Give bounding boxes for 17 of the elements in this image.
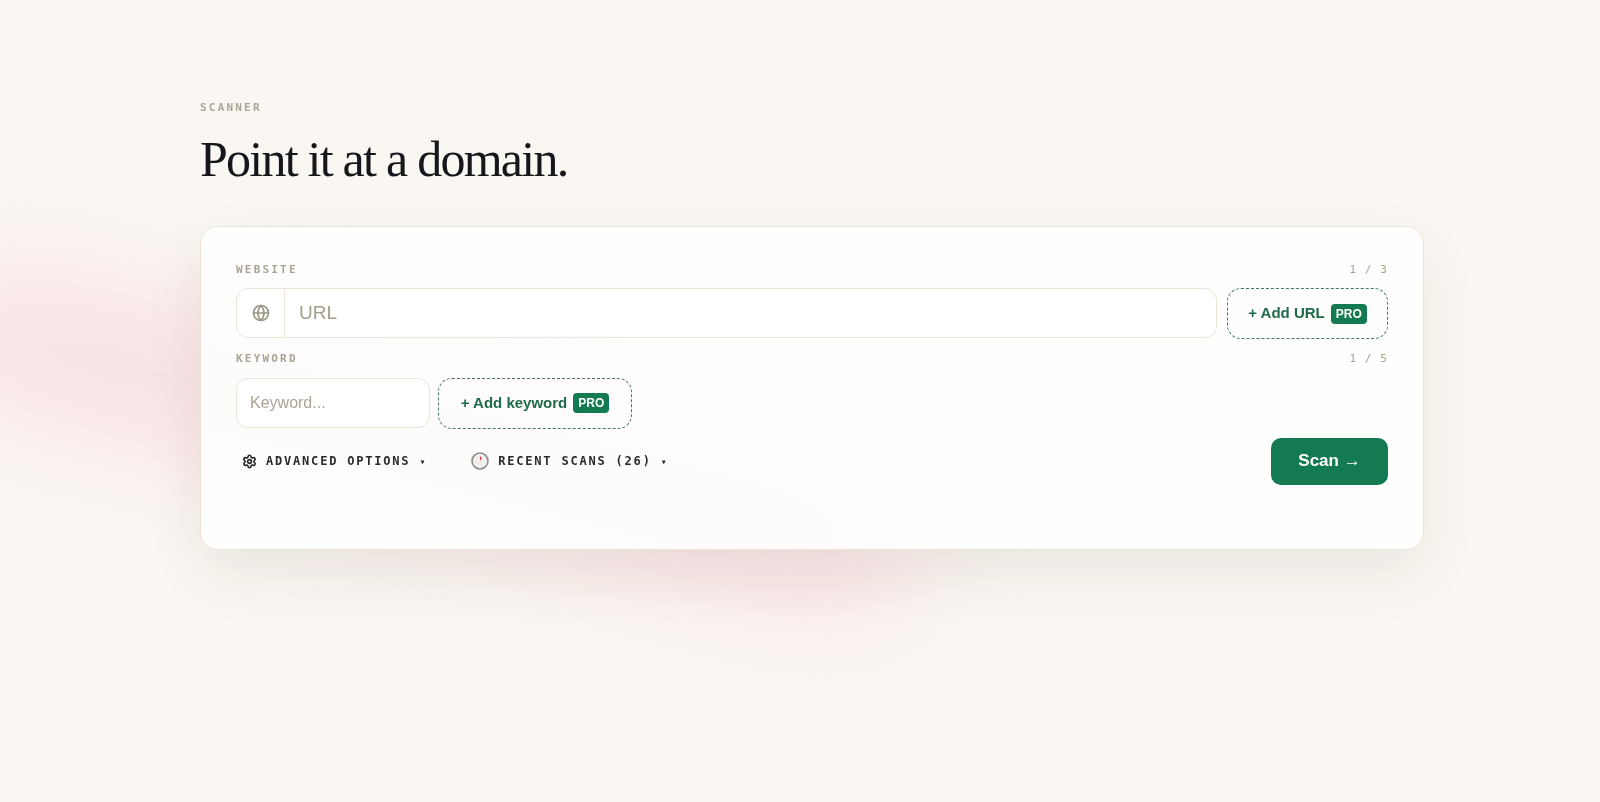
dropdown-toggle[interactable]: RECENT SCANS (26) ▾	[471, 452, 669, 470]
clock-icon	[471, 452, 490, 470]
add-button[interactable]: + Add URL PRO	[1227, 288, 1388, 339]
globe-icon	[251, 304, 270, 322]
gear-icon	[242, 453, 257, 469]
dropdown-toggle[interactable]: ADVANCED OPTIONS ▾	[242, 452, 428, 470]
field-counter: 1 / 5	[1349, 351, 1388, 367]
field-label: WEBSITE	[236, 261, 298, 278]
scan-button[interactable]: Scan →	[1271, 437, 1388, 485]
page-title: Point it at a domain.	[200, 130, 568, 187]
pro-badge: PRO	[1330, 303, 1367, 324]
section-eyebrow: SCANNER	[200, 100, 262, 116]
add-button[interactable]: + Add keyword PRO	[438, 377, 632, 429]
pro-badge: PRO	[573, 393, 610, 413]
keyword-field[interactable]: Keyword...	[236, 377, 430, 428]
field-counter: 1 / 3	[1349, 261, 1388, 278]
field-label: KEYWORD	[236, 351, 298, 367]
